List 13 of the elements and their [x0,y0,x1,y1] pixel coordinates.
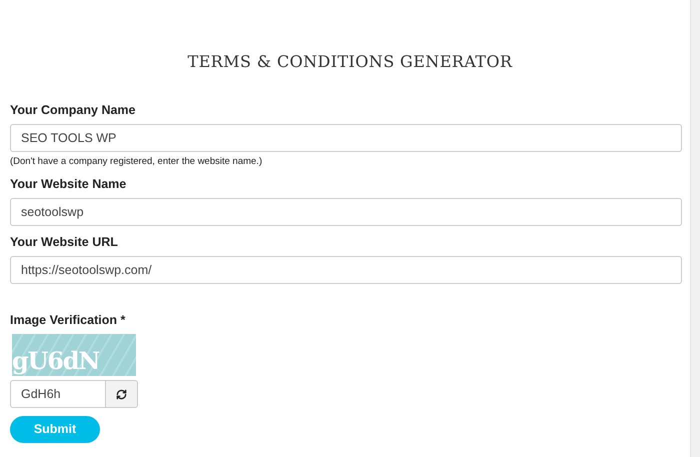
captcha-image: gU6dN [12,334,136,376]
field-label: Your Website Name [10,176,128,192]
field-label: Image Verification * [10,312,126,328]
refresh-icon [116,388,127,400]
input-field[interactable]: https://seotoolswp.com/ [10,256,682,284]
field-label: Your Website URL [10,234,119,250]
input-field[interactable]: seotoolswp [10,198,682,226]
hint-text: (Don't have a company registered, enter the website name.) [10,156,264,168]
field-label: Your Company Name [10,102,136,118]
input-field[interactable]: SEO TOOLS WP [10,124,682,152]
page-title: TERMS & CONDITIONS GENERATOR [188,51,512,73]
refresh-button[interactable] [106,380,138,408]
captcha-input[interactable]: GdH6h [10,380,106,408]
